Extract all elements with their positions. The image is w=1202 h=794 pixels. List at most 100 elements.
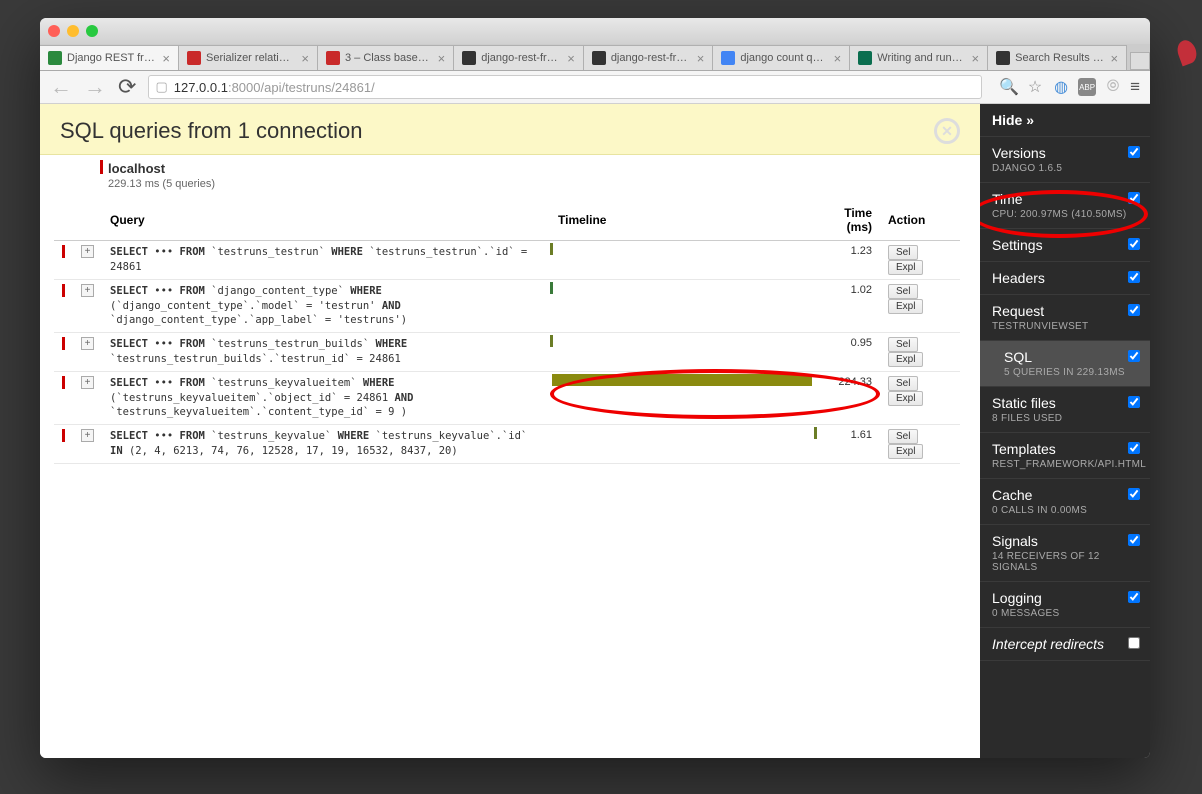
close-tab-icon[interactable]: × — [567, 51, 575, 66]
query-time: 1.02 — [820, 280, 880, 333]
query-time: 1.23 — [820, 241, 880, 280]
table-row: + SELECT ••• FROM `testruns_keyvalue` WH… — [54, 425, 960, 464]
sidebar-item-title: Request — [992, 303, 1138, 319]
browser-tab[interactable]: Search Results · G× — [987, 45, 1127, 70]
sidebar-item-logging[interactable]: Logging0 messages — [980, 582, 1150, 628]
sidebar-item-checkbox[interactable] — [1128, 350, 1140, 362]
close-tab-icon[interactable]: × — [162, 51, 170, 66]
browser-tab[interactable]: Writing and runnin× — [849, 45, 988, 70]
sidebar-item-checkbox[interactable] — [1128, 304, 1140, 316]
tab-label: django-rest-fram — [611, 52, 691, 64]
tab-label: Serializer relations — [206, 52, 295, 64]
close-tab-icon[interactable]: × — [301, 51, 309, 66]
sel-button[interactable]: Sel — [888, 337, 918, 352]
sidebar-item-subtitle: 14 receivers of 12 signals — [992, 551, 1138, 573]
sidebar-item-headers[interactable]: Headers — [980, 262, 1150, 295]
star-icon[interactable]: ☆ — [1026, 78, 1044, 96]
sidebar-item-static-files[interactable]: Static files8 files used — [980, 387, 1150, 433]
sidebar-item-checkbox[interactable] — [1128, 488, 1140, 500]
globe-icon[interactable]: ◍ — [1052, 78, 1070, 96]
browser-tab[interactable]: Serializer relations × — [178, 45, 318, 70]
sidebar-item-title: Logging — [992, 590, 1138, 606]
sidebar-item-sql[interactable]: SQL5 queries in 229.13ms — [980, 341, 1150, 387]
new-tab-button[interactable] — [1130, 52, 1150, 70]
browser-tab[interactable]: Django REST fram× — [40, 45, 179, 70]
extension-icon[interactable]: ⦾ — [1104, 78, 1122, 96]
close-tab-icon[interactable]: × — [834, 51, 842, 66]
content-area: SQL queries from 1 connection ✕ localhos… — [40, 104, 1150, 758]
sidebar-item-templates[interactable]: Templatesrest_framework/api.html — [980, 433, 1150, 479]
timeline-cell — [550, 241, 820, 280]
hide-toolbar-button[interactable]: Hide » — [980, 104, 1150, 137]
sidebar-item-title: Signals — [992, 533, 1138, 549]
expand-query-button[interactable]: + — [81, 284, 94, 297]
minimize-window-button[interactable] — [67, 25, 79, 37]
expl-button[interactable]: Expl — [888, 260, 923, 275]
sidebar-item-checkbox[interactable] — [1128, 238, 1140, 250]
sidebar-item-checkbox[interactable] — [1128, 396, 1140, 408]
expl-button[interactable]: Expl — [888, 299, 923, 314]
query-time: 1.61 — [820, 425, 880, 464]
forward-button[interactable]: → — [84, 74, 106, 100]
query-marker — [62, 284, 65, 297]
sidebar-item-intercept-redirects[interactable]: Intercept redirects — [980, 628, 1150, 661]
sidebar-item-subtitle: CPU: 200.97ms (410.50ms) — [992, 209, 1138, 220]
close-panel-button[interactable]: ✕ — [934, 118, 960, 144]
favicon-icon — [48, 51, 62, 65]
zoom-window-button[interactable] — [86, 25, 98, 37]
sidebar-item-checkbox[interactable] — [1128, 591, 1140, 603]
sel-button[interactable]: Sel — [888, 376, 918, 391]
expand-query-button[interactable]: + — [81, 376, 94, 389]
expl-button[interactable]: Expl — [888, 391, 923, 406]
sidebar-item-checkbox[interactable] — [1128, 442, 1140, 454]
sidebar-item-cache[interactable]: Cache0 calls in 0.00ms — [980, 479, 1150, 525]
expl-button[interactable]: Expl — [888, 444, 923, 459]
query-time: 0.95 — [820, 333, 880, 372]
favicon-icon — [187, 51, 201, 65]
expand-query-button[interactable]: + — [81, 337, 94, 350]
expand-query-button[interactable]: + — [81, 245, 94, 258]
close-tab-icon[interactable]: × — [1111, 51, 1119, 66]
browser-tab[interactable]: django-rest-fram × — [583, 45, 714, 70]
close-tab-icon[interactable]: × — [972, 51, 980, 66]
favicon-icon — [721, 51, 735, 65]
url-path: /api/testruns/24861/ — [261, 80, 375, 95]
query-time: 224.33 — [820, 372, 880, 425]
sidebar-item-checkbox[interactable] — [1128, 534, 1140, 546]
reload-button[interactable]: ⟳ — [118, 74, 136, 100]
sidebar-item-subtitle: 8 files used — [992, 413, 1138, 424]
expl-button[interactable]: Expl — [888, 352, 923, 367]
query-marker — [62, 376, 65, 389]
col-query: Query — [102, 200, 550, 241]
close-tab-icon[interactable]: × — [438, 51, 446, 66]
close-tab-icon[interactable]: × — [697, 51, 705, 66]
table-row: + SELECT ••• FROM `testruns_testrun` WHE… — [54, 241, 960, 280]
sidebar-item-checkbox[interactable] — [1128, 271, 1140, 283]
menu-icon[interactable]: ≡ — [1130, 77, 1140, 97]
sidebar-item-checkbox[interactable] — [1128, 637, 1140, 649]
search-icon[interactable]: 🔍 — [1000, 78, 1018, 96]
url-host: 127.0.0.1 — [174, 80, 228, 95]
adblock-icon[interactable]: ABP — [1078, 78, 1096, 96]
sidebar-item-signals[interactable]: Signals 14 receivers of 12 signals — [980, 525, 1150, 582]
back-button[interactable]: ← — [50, 74, 72, 100]
sidebar-item-checkbox[interactable] — [1128, 192, 1140, 204]
sidebar-item-request[interactable]: RequestTestrunViewSet — [980, 295, 1150, 341]
tab-label: django-rest-fram — [481, 52, 561, 64]
sidebar-item-versions[interactable]: VersionsDjango 1.6.5 — [980, 137, 1150, 183]
sidebar-item-subtitle: 5 queries in 229.13ms — [1004, 367, 1138, 378]
query-sql: SELECT ••• FROM `testruns_keyvalueitem` … — [102, 372, 550, 425]
browser-tab[interactable]: 3 – Class based v× — [317, 45, 454, 70]
sidebar-item-settings[interactable]: Settings — [980, 229, 1150, 262]
expand-query-button[interactable]: + — [81, 429, 94, 442]
browser-tab[interactable]: django-rest-fram × — [453, 45, 584, 70]
browser-tab[interactable]: django count quer× — [712, 45, 850, 70]
sel-button[interactable]: Sel — [888, 284, 918, 299]
sel-button[interactable]: Sel — [888, 245, 918, 260]
url-bar[interactable]: ▢ 127.0.0.1:8000/api/testruns/24861/ — [148, 75, 982, 99]
sidebar-item-checkbox[interactable] — [1128, 146, 1140, 158]
sidebar-item-time[interactable]: TimeCPU: 200.97ms (410.50ms) — [980, 183, 1150, 229]
debug-toolbar: Hide » VersionsDjango 1.6.5TimeCPU: 200.… — [980, 104, 1150, 758]
close-window-button[interactable] — [48, 25, 60, 37]
sel-button[interactable]: Sel — [888, 429, 918, 444]
